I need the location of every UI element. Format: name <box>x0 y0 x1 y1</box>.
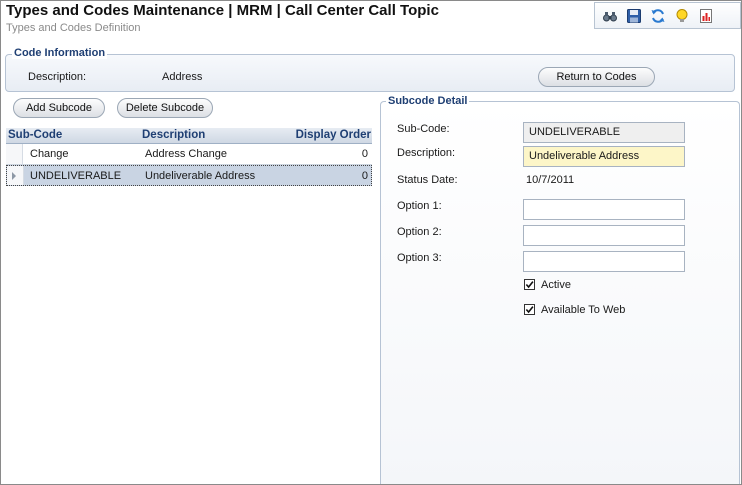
available-to-web-checkbox[interactable] <box>524 304 535 315</box>
cell-description: Undeliverable Address <box>145 170 256 182</box>
lightbulb-icon[interactable] <box>673 7 691 25</box>
option1-label: Option 1: <box>397 200 442 212</box>
code-information-legend: Code Information <box>12 47 108 59</box>
checkmark-icon <box>525 306 534 314</box>
report-icon[interactable] <box>697 7 715 25</box>
active-label: Active <box>541 279 571 291</box>
detail-description-field[interactable]: Undeliverable Address <box>523 146 685 167</box>
row-indicator <box>6 144 23 164</box>
cell-description: Address Change <box>145 148 227 160</box>
row-arrow-icon <box>12 172 16 180</box>
subcode-grid: Sub-Code Description Display Order Chang… <box>6 128 372 186</box>
code-description-label: Description: <box>28 71 87 83</box>
detail-subcode-field: UNDELIVERABLE <box>523 122 685 143</box>
option1-field[interactable] <box>523 199 685 220</box>
add-subcode-button[interactable]: Add Subcode <box>13 98 105 118</box>
cell-display-order: 0 <box>361 148 368 160</box>
checkmark-icon <box>525 281 534 289</box>
status-date-value: 10/7/2011 <box>526 174 575 186</box>
option3-field[interactable] <box>523 251 685 272</box>
detail-description-label: Description: <box>397 147 456 159</box>
refresh-icon[interactable] <box>649 7 667 25</box>
page-title: Types and Codes Maintenance | MRM | Call… <box>6 2 439 19</box>
cell-subcode: UNDELIVERABLE <box>30 170 122 182</box>
column-header-display-order[interactable]: Display Order <box>296 129 371 141</box>
column-header-subcode[interactable]: Sub-Code <box>8 129 62 141</box>
code-description-value: Address <box>162 71 203 83</box>
active-checkbox[interactable] <box>524 279 535 290</box>
column-header-description[interactable]: Description <box>142 129 205 141</box>
cell-display-order: 0 <box>361 170 368 182</box>
table-row-selected[interactable]: UNDELIVERABLE Undeliverable Address 0 <box>6 165 372 186</box>
toolbar <box>594 2 741 29</box>
binoculars-icon[interactable] <box>601 7 619 25</box>
save-icon[interactable] <box>625 7 643 25</box>
option2-label: Option 2: <box>397 226 442 238</box>
table-row[interactable]: Change Address Change 0 <box>6 144 372 165</box>
delete-subcode-button[interactable]: Delete Subcode <box>117 98 213 118</box>
detail-subcode-label: Sub-Code: <box>397 123 450 135</box>
option2-field[interactable] <box>523 225 685 246</box>
grid-header: Sub-Code Description Display Order <box>6 128 372 144</box>
app-window: Types and Codes Maintenance | MRM | Call… <box>0 0 742 485</box>
status-date-label: Status Date: <box>397 174 458 186</box>
available-to-web-label: Available To Web <box>541 304 626 316</box>
return-to-codes-button[interactable]: Return to Codes <box>538 67 655 87</box>
subcode-detail-legend: Subcode Detail <box>386 95 470 107</box>
row-indicator <box>7 166 24 185</box>
cell-subcode: Change <box>30 148 69 160</box>
option3-label: Option 3: <box>397 252 442 264</box>
page-subtitle: Types and Codes Definition <box>6 22 141 34</box>
